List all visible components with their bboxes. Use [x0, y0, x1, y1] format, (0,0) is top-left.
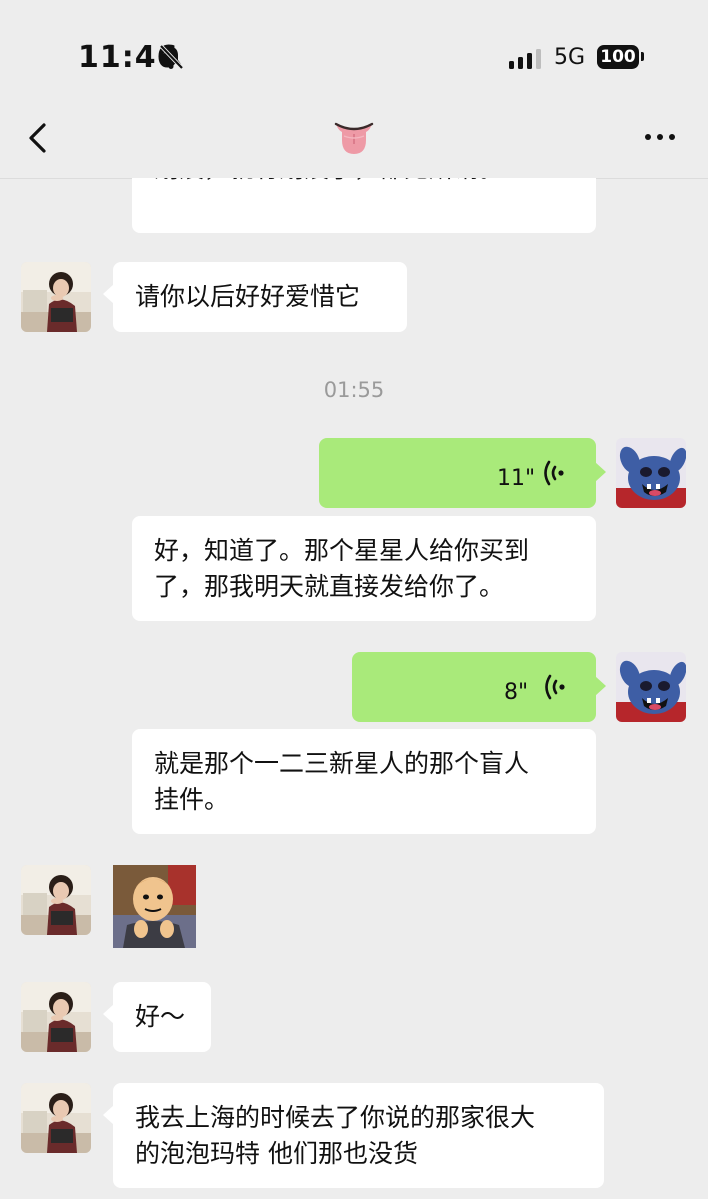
chat-message-list[interactable]: 划痕，就有划痕了，都无所谓。 请你以后好好爱惜它 01:55 11" — [0, 178, 708, 1199]
message-text: 请你以后好好爱惜它 — [135, 282, 361, 311]
voice-message-bubble[interactable]: 8" — [352, 652, 606, 722]
message-text-line-2: 了，那我明天就直接发给你了。 — [154, 572, 505, 601]
message-text: 划痕，就有划痕了，都无所谓。 — [154, 178, 504, 188]
message-text-line-2: 挂件。 — [154, 785, 230, 814]
battery-tip — [641, 52, 644, 61]
voice-transcript-bubble[interactable]: 就是那个一二三新星人的那个盲人 挂件。 — [132, 729, 596, 834]
contact-avatar[interactable] — [21, 865, 91, 935]
message-timestamp: 01:55 — [323, 378, 385, 402]
message-text-line-1: 我去上海的时候去了你说的那家很大 — [135, 1103, 536, 1132]
voice-wave-icon — [545, 674, 565, 700]
contact-avatar[interactable] — [21, 262, 91, 332]
more-dots-icon[interactable] — [640, 122, 680, 152]
tongue-emoji-icon — [334, 122, 374, 154]
message-bubble[interactable]: 请你以后好好爱惜它 — [103, 262, 407, 332]
battery-level: 100 — [597, 45, 639, 69]
chat-header — [0, 100, 708, 179]
voice-duration: 11" — [497, 466, 536, 491]
my-avatar[interactable] — [616, 438, 686, 508]
voice-duration: 8" — [504, 680, 529, 705]
contact-avatar[interactable] — [21, 982, 91, 1052]
signal-icon — [509, 49, 541, 69]
message-text-line-1: 好，知道了。那个星星人给你买到 — [154, 536, 530, 565]
status-bar: 11:46 5G 100 — [0, 0, 708, 110]
my-avatar[interactable] — [616, 652, 686, 722]
voice-message-bubble[interactable]: 11" — [319, 438, 606, 508]
voice-wave-icon — [544, 460, 564, 486]
voice-transcript-bubble[interactable]: 好，知道了。那个星星人给你买到 了，那我明天就直接发给你了。 — [132, 516, 596, 621]
network-type: 5G — [554, 45, 586, 70]
bell-muted-icon — [159, 44, 184, 70]
message-text-line-2: 的泡泡玛特 他们那也没货 — [135, 1139, 418, 1168]
message-text: 好～ — [135, 1002, 186, 1031]
message-bubble[interactable]: 我去上海的时候去了你说的那家很大 的泡泡玛特 他们那也没货 — [103, 1083, 604, 1188]
back-chevron-icon[interactable] — [22, 120, 56, 156]
message-bubble-partial[interactable]: 划痕，就有划痕了，都无所谓。 — [132, 178, 596, 233]
message-bubble[interactable]: 好～ — [103, 982, 211, 1052]
sticker-image[interactable] — [113, 865, 196, 948]
contact-avatar[interactable] — [21, 1083, 91, 1153]
message-text-line-1: 就是那个一二三新星人的那个盲人 — [154, 749, 530, 778]
